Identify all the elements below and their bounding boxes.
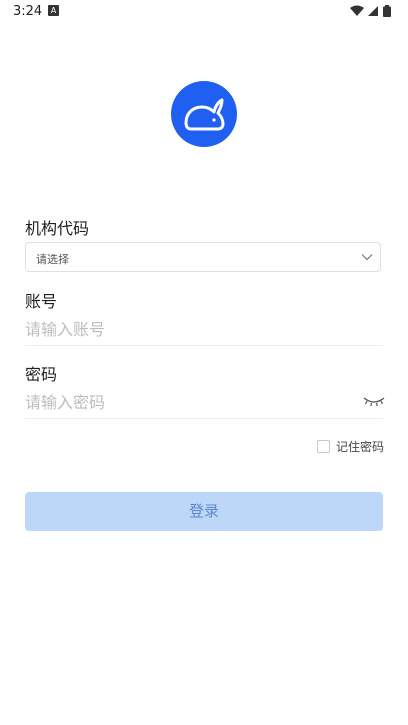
- remember-password[interactable]: 记住密码: [316, 438, 384, 455]
- org-code-select[interactable]: 请选择: [25, 242, 381, 272]
- rabbit-logo-icon: [171, 81, 237, 147]
- chevron-down-icon: [361, 254, 373, 261]
- password-label: 密码: [25, 365, 58, 384]
- password-input[interactable]: [25, 386, 383, 419]
- signal-icon: [368, 6, 378, 16]
- a-badge-icon: A: [48, 5, 59, 16]
- status-bar: 3:24 A: [0, 0, 408, 24]
- battery-icon: [383, 5, 391, 17]
- wifi-icon: [350, 5, 364, 16]
- status-icons: [350, 5, 391, 17]
- org-code-label: 机构代码: [25, 219, 90, 238]
- status-time: 3:24: [13, 4, 43, 19]
- org-code-selected-value: 请选择: [36, 253, 69, 266]
- eye-closed-icon[interactable]: [363, 394, 385, 408]
- remember-label[interactable]: 记住密码: [336, 438, 384, 455]
- remember-checkbox[interactable]: [316, 439, 330, 453]
- account-input[interactable]: [25, 313, 383, 346]
- login-button[interactable]: 登录: [25, 492, 383, 531]
- account-label: 账号: [25, 292, 58, 311]
